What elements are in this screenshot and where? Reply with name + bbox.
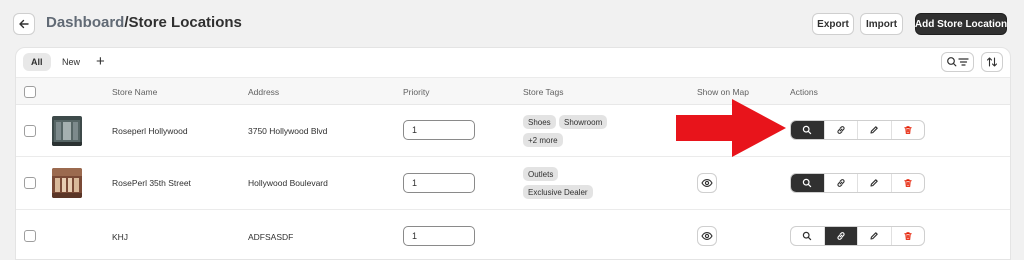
add-store-location-button[interactable]: Add Store Location bbox=[915, 13, 1007, 35]
breadcrumb-current: Store Locations bbox=[128, 14, 242, 31]
back-button[interactable] bbox=[13, 13, 35, 35]
store-address: Hollywood Boulevard bbox=[248, 178, 328, 188]
link-icon bbox=[837, 179, 845, 187]
search-action-button[interactable] bbox=[791, 174, 825, 192]
delete-action-button[interactable] bbox=[892, 121, 925, 139]
row-checkbox[interactable] bbox=[24, 177, 36, 189]
row-actions bbox=[790, 120, 925, 140]
search-icon bbox=[803, 178, 812, 188]
delete-action-button[interactable] bbox=[892, 174, 925, 192]
store-tag: Outlets bbox=[523, 167, 559, 181]
link-action-button[interactable] bbox=[825, 121, 858, 139]
link-icon bbox=[837, 126, 845, 134]
store-address: 3750 Hollywood Blvd bbox=[248, 126, 328, 136]
priority-input[interactable]: 1 bbox=[403, 226, 475, 246]
table-row[interactable]: Roseperl Hollywood 3750 Hollywood Blvd 1… bbox=[16, 105, 1010, 157]
store-tag: Exclusive Dealer bbox=[523, 185, 593, 199]
store-name: Roseperl Hollywood bbox=[112, 126, 188, 136]
export-button[interactable]: Export bbox=[812, 13, 854, 35]
search-icon bbox=[803, 125, 812, 135]
table-row[interactable]: RosePerl 35th Street Hollywood Boulevard… bbox=[16, 157, 1010, 210]
search-filter-icon bbox=[946, 57, 969, 67]
store-thumbnail bbox=[52, 168, 82, 198]
column-priority[interactable]: Priority bbox=[403, 87, 429, 97]
column-store-tags[interactable]: Store Tags bbox=[523, 87, 563, 97]
link-action-button[interactable] bbox=[825, 174, 858, 192]
show-on-map-toggle[interactable] bbox=[697, 173, 717, 193]
column-store-name[interactable]: Store Name bbox=[112, 87, 157, 97]
row-actions bbox=[790, 226, 925, 246]
pencil-icon bbox=[870, 179, 878, 187]
import-button[interactable]: Import bbox=[860, 13, 903, 35]
edit-action-button[interactable] bbox=[858, 174, 892, 192]
table-header: Store Name Address Priority Store Tags S… bbox=[16, 78, 1010, 105]
tab-all[interactable]: All bbox=[23, 53, 51, 71]
edit-action-button[interactable] bbox=[858, 121, 892, 139]
search-filter-button[interactable] bbox=[941, 52, 974, 72]
store-tag: Showroom bbox=[559, 115, 608, 129]
column-actions: Actions bbox=[790, 87, 818, 97]
store-tag-more[interactable]: +2 more bbox=[523, 133, 563, 147]
store-name: KHJ bbox=[112, 232, 129, 242]
store-tag: Shoes bbox=[523, 115, 556, 129]
select-all-checkbox[interactable] bbox=[24, 86, 36, 98]
trash-icon bbox=[904, 126, 912, 134]
tab-new[interactable]: New bbox=[54, 53, 88, 71]
red-arrow-icon bbox=[676, 99, 786, 157]
store-thumbnail bbox=[52, 116, 82, 146]
tabs-bar: All New + bbox=[16, 48, 1010, 78]
search-icon bbox=[803, 231, 812, 241]
link-action-button[interactable] bbox=[824, 227, 858, 245]
search-action-button[interactable] bbox=[791, 121, 825, 139]
store-name: RosePerl 35th Street bbox=[112, 178, 191, 188]
pencil-icon bbox=[870, 126, 878, 134]
trash-icon bbox=[904, 179, 912, 187]
eye-icon bbox=[701, 179, 713, 187]
delete-action-button[interactable] bbox=[892, 227, 925, 245]
eye-icon bbox=[701, 232, 713, 240]
page-title: Dashboard/Store Locations bbox=[46, 14, 242, 31]
store-address: ADFSASDF bbox=[248, 232, 294, 242]
arrow-left-icon bbox=[19, 19, 29, 29]
sort-icon bbox=[986, 57, 998, 67]
priority-input[interactable]: 1 bbox=[403, 173, 475, 193]
add-view-button[interactable]: + bbox=[96, 53, 105, 71]
column-show-on-map[interactable]: Show on Map bbox=[697, 87, 749, 97]
show-on-map-toggle[interactable] bbox=[697, 226, 717, 246]
store-locations-table-card: All New + Store Name Address Priority St… bbox=[15, 47, 1011, 260]
row-actions bbox=[790, 173, 925, 193]
link-icon bbox=[837, 232, 845, 240]
row-checkbox[interactable] bbox=[24, 230, 36, 242]
row-checkbox[interactable] bbox=[24, 125, 36, 137]
column-address[interactable]: Address bbox=[248, 87, 279, 97]
priority-input[interactable]: 1 bbox=[403, 120, 475, 140]
search-action-button[interactable] bbox=[791, 227, 825, 245]
breadcrumb-dashboard[interactable]: Dashboard bbox=[46, 14, 124, 31]
trash-icon bbox=[904, 232, 912, 240]
pencil-icon bbox=[870, 232, 878, 240]
table-row[interactable]: KHJ ADFSASDF 1 bbox=[16, 210, 1010, 259]
sort-button[interactable] bbox=[981, 52, 1003, 72]
edit-action-button[interactable] bbox=[858, 227, 892, 245]
